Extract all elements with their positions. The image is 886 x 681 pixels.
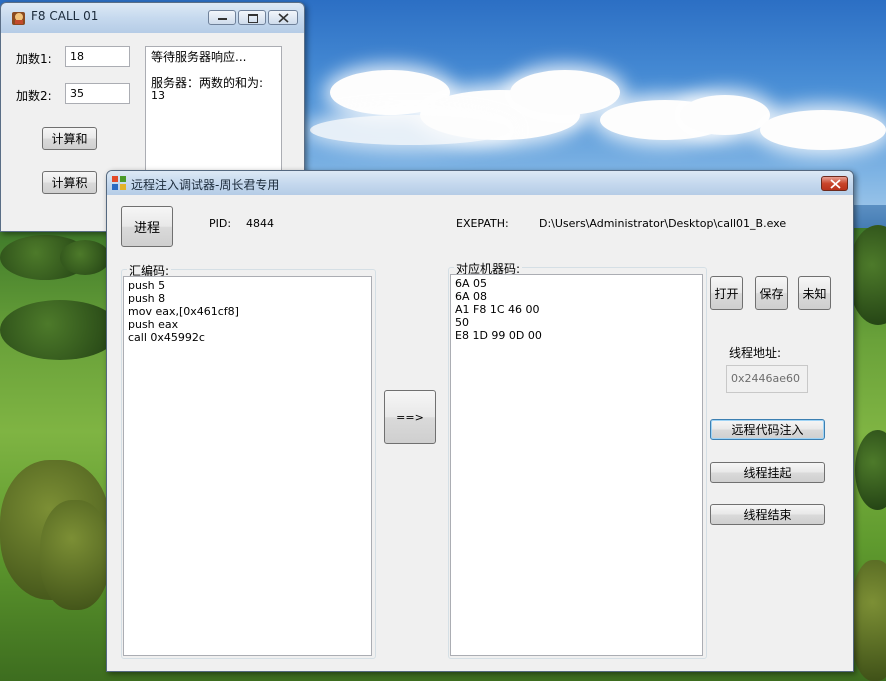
exepath-label: EXEPATH: bbox=[456, 217, 509, 230]
asm-line: call 0x45992c bbox=[128, 331, 205, 344]
sum-button[interactable]: 计算和 bbox=[42, 127, 97, 150]
process-button[interactable]: 进程 bbox=[121, 206, 173, 247]
save-button[interactable]: 保存 bbox=[755, 276, 788, 310]
machine-code-line: 6A 05 bbox=[455, 277, 488, 290]
app-icon bbox=[111, 175, 127, 191]
product-button[interactable]: 计算积 bbox=[42, 171, 97, 194]
close-button[interactable] bbox=[268, 10, 298, 25]
asm-group: 汇编码: push 5 push 8 mov eax,[0x461cf8] pu… bbox=[121, 262, 376, 659]
minimize-button[interactable] bbox=[208, 10, 236, 25]
addend1-label: 加数1: bbox=[16, 52, 52, 66]
pid-label: PID: bbox=[209, 217, 232, 230]
maximize-button[interactable] bbox=[238, 10, 266, 25]
close-button[interactable] bbox=[821, 176, 848, 191]
asm-line: push 5 bbox=[128, 279, 166, 292]
machine-code-line: E8 1D 99 0D 00 bbox=[455, 329, 542, 342]
injector-window[interactable]: 远程注入调试器-周长君专用 进程 PID: 4844 EXEPATH: D:\U… bbox=[106, 170, 854, 672]
exepath-value: D:\Users\Administrator\Desktop\call01_B.… bbox=[539, 217, 787, 230]
injector-window-titlebar[interactable]: 远程注入调试器-周长君专用 bbox=[107, 171, 853, 195]
addend1-input[interactable]: 18 bbox=[65, 46, 130, 67]
machine-code-group: 对应机器码: 6A 05 6A 08 A1 F8 1C 46 00 50 E8 … bbox=[448, 260, 707, 659]
remote-inject-button[interactable]: 远程代码注入 bbox=[710, 419, 825, 440]
asm-line: push 8 bbox=[128, 292, 166, 305]
unknown-button[interactable]: 未知 bbox=[798, 276, 831, 310]
calc-window-title: F8 CALL 01 bbox=[31, 9, 99, 23]
thread-address-field: 0x2446ae60 bbox=[726, 365, 808, 393]
thread-suspend-button[interactable]: 线程挂起 bbox=[710, 462, 825, 483]
machine-code-line: 50 bbox=[455, 316, 469, 329]
status-line: 服务器：两数的和为: bbox=[151, 76, 264, 90]
injector-window-title: 远程注入调试器-周长君专用 bbox=[131, 178, 280, 192]
status-result: 13 bbox=[151, 89, 165, 102]
machine-code-textarea[interactable]: 6A 05 6A 08 A1 F8 1C 46 00 50 E8 1D 99 0… bbox=[450, 274, 703, 656]
asm-line: mov eax,[0x461cf8] bbox=[128, 305, 239, 318]
thread-terminate-button[interactable]: 线程结束 bbox=[710, 504, 825, 525]
asm-line: push eax bbox=[128, 318, 179, 331]
asm-textarea[interactable]: push 5 push 8 mov eax,[0x461cf8] push ea… bbox=[123, 276, 372, 656]
injector-window-client: 进程 PID: 4844 EXEPATH: D:\Users\Administr… bbox=[107, 195, 853, 671]
calc-window-titlebar[interactable]: F8 CALL 01 bbox=[1, 3, 304, 33]
addend2-label: 加数2: bbox=[16, 89, 52, 103]
addend2-input[interactable]: 35 bbox=[65, 83, 130, 104]
open-button[interactable]: 打开 bbox=[710, 276, 743, 310]
machine-code-line: 6A 08 bbox=[455, 290, 488, 303]
minimize-icon bbox=[218, 18, 227, 20]
close-icon bbox=[830, 179, 841, 189]
convert-button[interactable]: ==> bbox=[384, 390, 436, 444]
thread-address-label: 线程地址: bbox=[729, 346, 782, 360]
close-icon bbox=[278, 13, 289, 23]
pid-value: 4844 bbox=[246, 217, 274, 230]
app-icon bbox=[11, 10, 27, 26]
maximize-icon bbox=[248, 14, 258, 23]
machine-code-line: A1 F8 1C 46 00 bbox=[455, 303, 540, 316]
status-line: 等待服务器响应... bbox=[151, 50, 247, 64]
